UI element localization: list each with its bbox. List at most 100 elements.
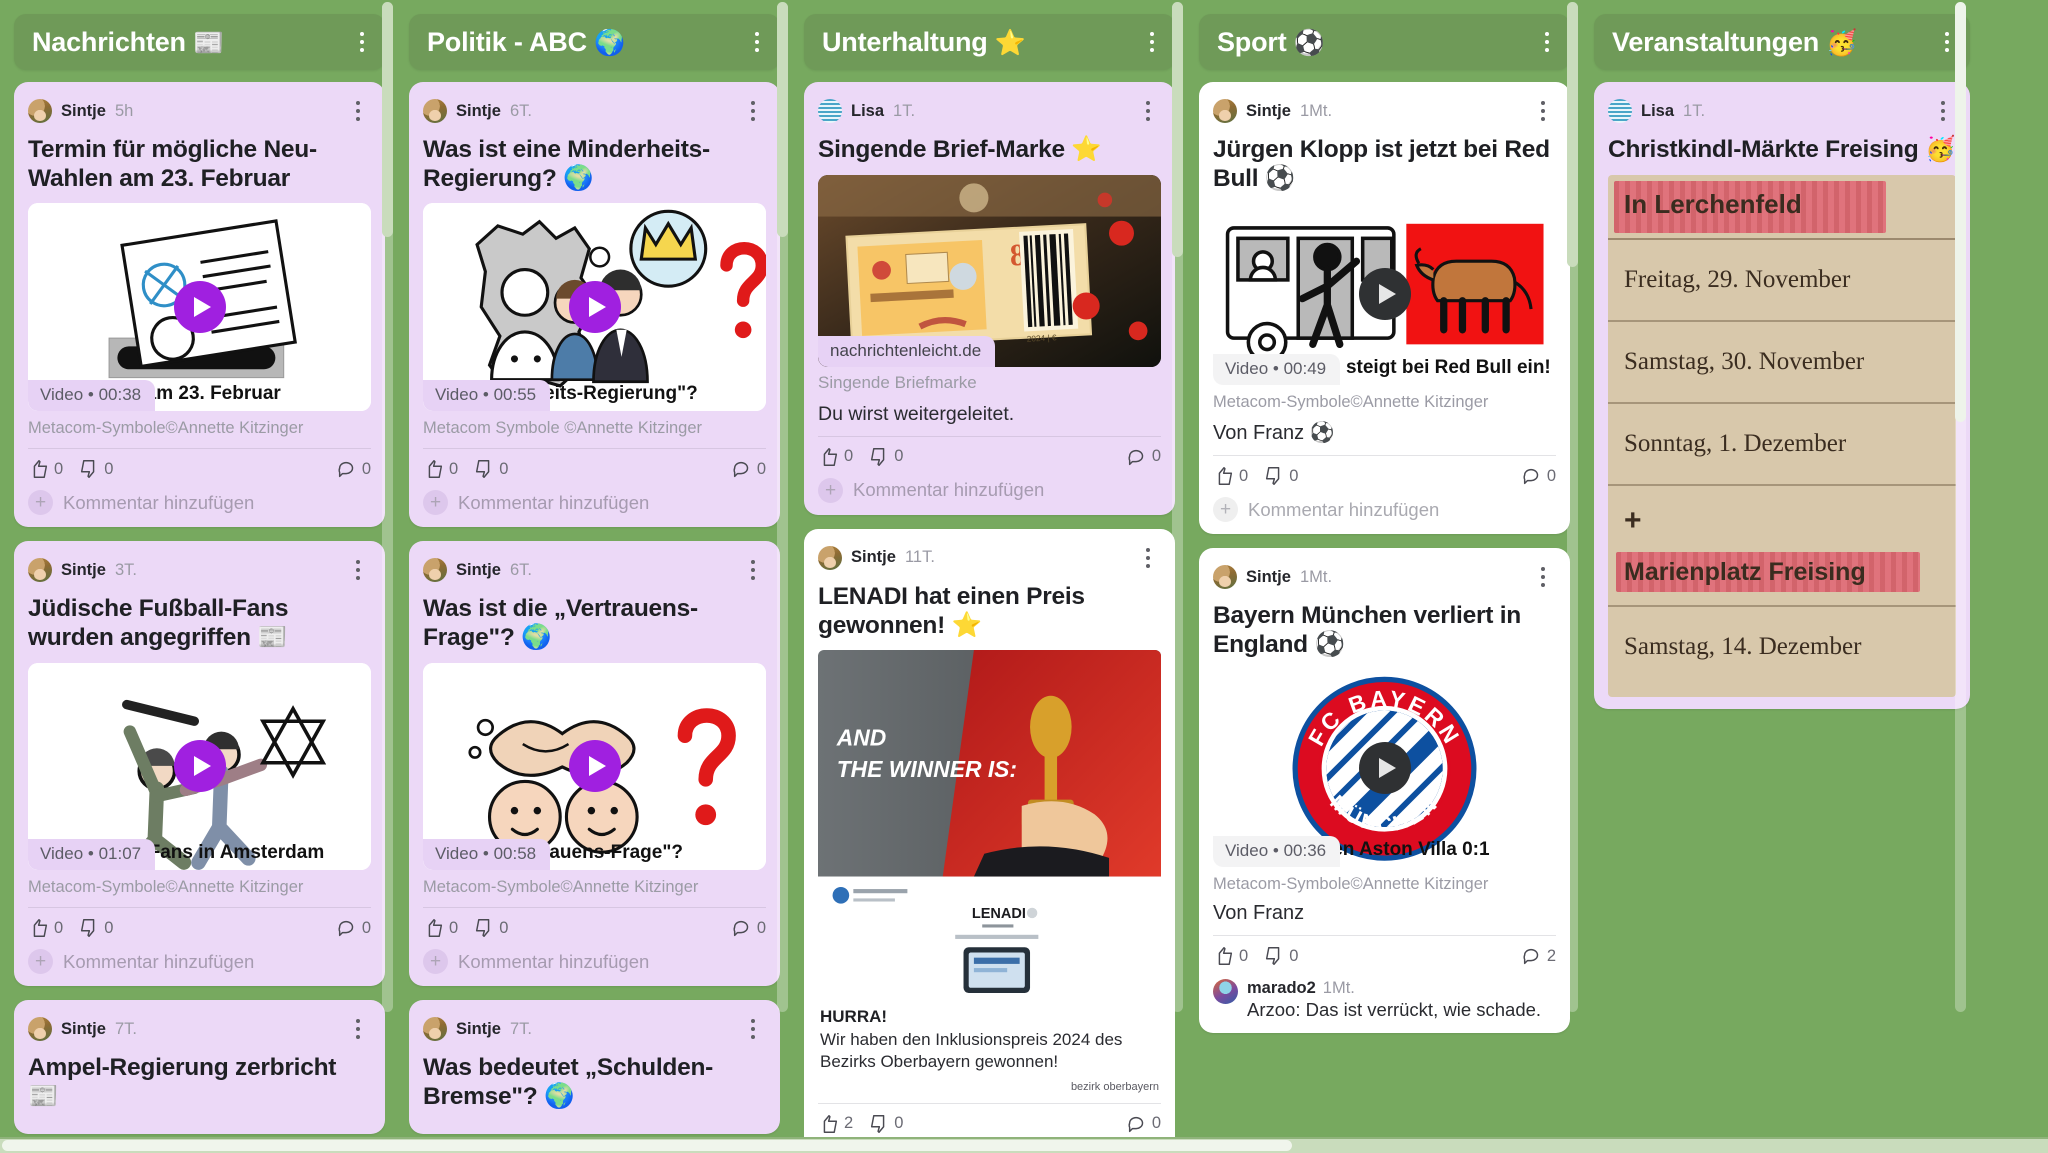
- card-title: Was ist die „Vertrauens-Frage"? 🌍: [423, 595, 698, 651]
- card-menu-button[interactable]: [740, 1012, 766, 1046]
- card-menu-button[interactable]: [1530, 94, 1556, 128]
- dislike-button[interactable]: 0: [1263, 945, 1298, 967]
- like-button[interactable]: 0: [1213, 945, 1248, 967]
- card-title: LENADI hat einen Preis gewonnen! ⭐: [818, 582, 1085, 639]
- like-button[interactable]: 0: [818, 446, 853, 468]
- card-menu-button[interactable]: [740, 94, 766, 128]
- thumbs-down-icon: [81, 460, 95, 479]
- card-minderheitsregierung[interactable]: Sintje 6T. Was ist eine Minderheits-Regi…: [409, 82, 780, 528]
- like-button[interactable]: 0: [28, 917, 63, 939]
- card-christkindlmaerkte[interactable]: Lisa 1T. Christkindl-Märkte Freising 🥳 I…: [1594, 82, 1970, 709]
- column-scrollbar[interactable]: [1955, 2, 1966, 1012]
- card-media[interactable]: en am 23. Februar Video • 00:38: [28, 203, 371, 412]
- card-lenadi-preis[interactable]: Sintje 11T. LENADI hat einen Preis gewon…: [804, 528, 1175, 1140]
- play-button[interactable]: [173, 281, 226, 334]
- dislike-button[interactable]: 0: [868, 446, 903, 468]
- add-comment-button[interactable]: + Kommentar hinzufügen: [28, 949, 371, 975]
- play-button[interactable]: [1358, 742, 1411, 795]
- comment-button[interactable]: 0: [1126, 446, 1161, 468]
- comment-button[interactable]: 0: [731, 458, 766, 480]
- card-juedische-fussball-fans[interactable]: Sintje 3T. Jüdische Fußball-Fans wurden …: [14, 541, 385, 987]
- card-menu-button[interactable]: [1530, 560, 1556, 594]
- poster-footer: bezirk oberbayern: [1070, 1080, 1159, 1093]
- column-menu-button[interactable]: [1534, 25, 1560, 59]
- add-comment-button[interactable]: + Kommentar hinzufügen: [818, 477, 1161, 503]
- like-button[interactable]: 0: [1213, 465, 1248, 487]
- add-comment-button[interactable]: + Kommentar hinzufügen: [1213, 497, 1556, 523]
- add-comment-button[interactable]: + Kommentar hinzufügen: [423, 949, 766, 975]
- comment-button[interactable]: 2: [1521, 945, 1556, 967]
- comment-button[interactable]: 0: [336, 458, 371, 480]
- flyer-date-3: Sonntag, 1. Dezember: [1624, 429, 1847, 457]
- dislike-button[interactable]: 0: [1263, 465, 1298, 487]
- card-media[interactable]: Fußball-Fans in Amsterdam Video • 01:07: [28, 662, 371, 871]
- thumbs-down-icon: [81, 919, 95, 938]
- dislike-button[interactable]: 0: [473, 458, 508, 480]
- card-klopp-red-bull[interactable]: Sintje 1Mt. Jürgen Klopp ist jetzt bei R…: [1199, 82, 1570, 535]
- comment-button[interactable]: 0: [336, 917, 371, 939]
- column-scrollbar[interactable]: [777, 2, 788, 1012]
- card-media[interactable]: Vertrauens-Frage"? Video • 00:58: [423, 662, 766, 871]
- thumbs-up-icon: [1218, 947, 1233, 965]
- card-media[interactable]: FC BAYERN MÜNCHEN rt gegen Aston Villa 0…: [1213, 669, 1556, 867]
- card-timestamp: 11T.: [904, 548, 935, 567]
- column-body: Sintje 5h Termin für mögliche Neu-Wahlen…: [14, 82, 385, 1140]
- card-header: Lisa 1T.: [1608, 94, 1956, 128]
- column-menu-button[interactable]: [744, 25, 770, 59]
- column-header-veranstaltungen[interactable]: Veranstaltungen 🥳: [1594, 14, 1970, 70]
- column-header-politik-abc[interactable]: Politik - ABC 🌍: [409, 14, 780, 70]
- card-bayern-england[interactable]: Sintje 1Mt. Bayern München verliert in E…: [1199, 548, 1570, 1034]
- column-menu-button[interactable]: [1139, 25, 1165, 59]
- card-neuwahlen[interactable]: Sintje 5h Termin für mögliche Neu-Wahlen…: [14, 82, 385, 528]
- plus-icon: +: [1213, 497, 1238, 523]
- comment-button[interactable]: 0: [1521, 465, 1556, 487]
- column-header-unterhaltung[interactable]: Unterhaltung ⭐: [804, 14, 1175, 70]
- column-scrollbar[interactable]: [1172, 2, 1183, 1012]
- card-timestamp: 7T.: [509, 1019, 532, 1038]
- column-header-nachrichten[interactable]: Nachrichten 📰: [14, 14, 385, 70]
- card-media[interactable]: Jürgen Klopp steigt bei Red Bull ein! Vi…: [1213, 203, 1556, 386]
- like-button[interactable]: 0: [423, 458, 458, 480]
- card-schuldenbremse[interactable]: Sintje 7T. Was bedeutet „Schulden-Bremse…: [409, 1000, 780, 1134]
- add-comment-button[interactable]: + Kommentar hinzufügen: [28, 490, 371, 516]
- column-header-sport[interactable]: Sport ⚽: [1199, 14, 1570, 70]
- play-button[interactable]: [568, 281, 621, 334]
- dislike-button[interactable]: 0: [868, 1113, 903, 1135]
- play-button[interactable]: [1358, 268, 1411, 321]
- column-scrollbar[interactable]: [382, 2, 393, 1012]
- card-menu-button[interactable]: [1930, 94, 1956, 128]
- like-button[interactable]: 2: [818, 1113, 853, 1135]
- card-ampel-regierung[interactable]: Sintje 7T. Ampel-Regierung zerbricht 📰: [14, 1000, 385, 1134]
- like-button[interactable]: 0: [28, 458, 63, 480]
- dislike-button[interactable]: 0: [473, 917, 508, 939]
- card-menu-button[interactable]: [1135, 541, 1161, 575]
- comment-button[interactable]: 0: [1126, 1113, 1161, 1135]
- card-media[interactable]: nderheits-Regierung"? Video • 00:55: [423, 203, 766, 412]
- markets-flyer[interactable]: In Lerchenfeld Freitag, 29. November Sam…: [1608, 174, 1956, 697]
- horizontal-scrollbar[interactable]: [0, 1137, 2048, 1153]
- card-menu-button[interactable]: [345, 94, 371, 128]
- comment-icon: [1523, 948, 1539, 965]
- column-body: Sintje 6T. Was ist eine Minderheits-Regi…: [409, 82, 780, 1140]
- column-scrollbar[interactable]: [1567, 2, 1578, 1012]
- column-menu-button[interactable]: [349, 25, 375, 59]
- card-menu-button[interactable]: [740, 553, 766, 587]
- card-media[interactable]: AND THE WINNER IS: LENADI: [818, 650, 1161, 994]
- play-button[interactable]: [173, 740, 226, 793]
- avatar: [423, 1017, 447, 1042]
- add-comment-button[interactable]: + Kommentar hinzufügen: [423, 490, 766, 516]
- dislike-button[interactable]: 0: [78, 917, 113, 939]
- play-button[interactable]: [568, 740, 621, 793]
- comment-button[interactable]: 0: [731, 917, 766, 939]
- card-singende-briefmarke[interactable]: Lisa 1T. Singende Brief-Marke ⭐ 2024 | €…: [804, 82, 1175, 515]
- comment-icon: [338, 462, 354, 478]
- like-button[interactable]: 0: [423, 917, 458, 939]
- card-media[interactable]: 85 2024 | €: [818, 174, 1161, 367]
- dislike-button[interactable]: 0: [78, 458, 113, 480]
- party-face-icon: 🥳: [1826, 28, 1858, 57]
- card-vertrauensfrage[interactable]: Sintje 6T. Was ist die „Vertrauens-Frage…: [409, 541, 780, 987]
- dislike-count: 0: [499, 459, 509, 478]
- card-menu-button[interactable]: [345, 1012, 371, 1046]
- card-menu-button[interactable]: [345, 553, 371, 587]
- card-menu-button[interactable]: [1135, 94, 1161, 128]
